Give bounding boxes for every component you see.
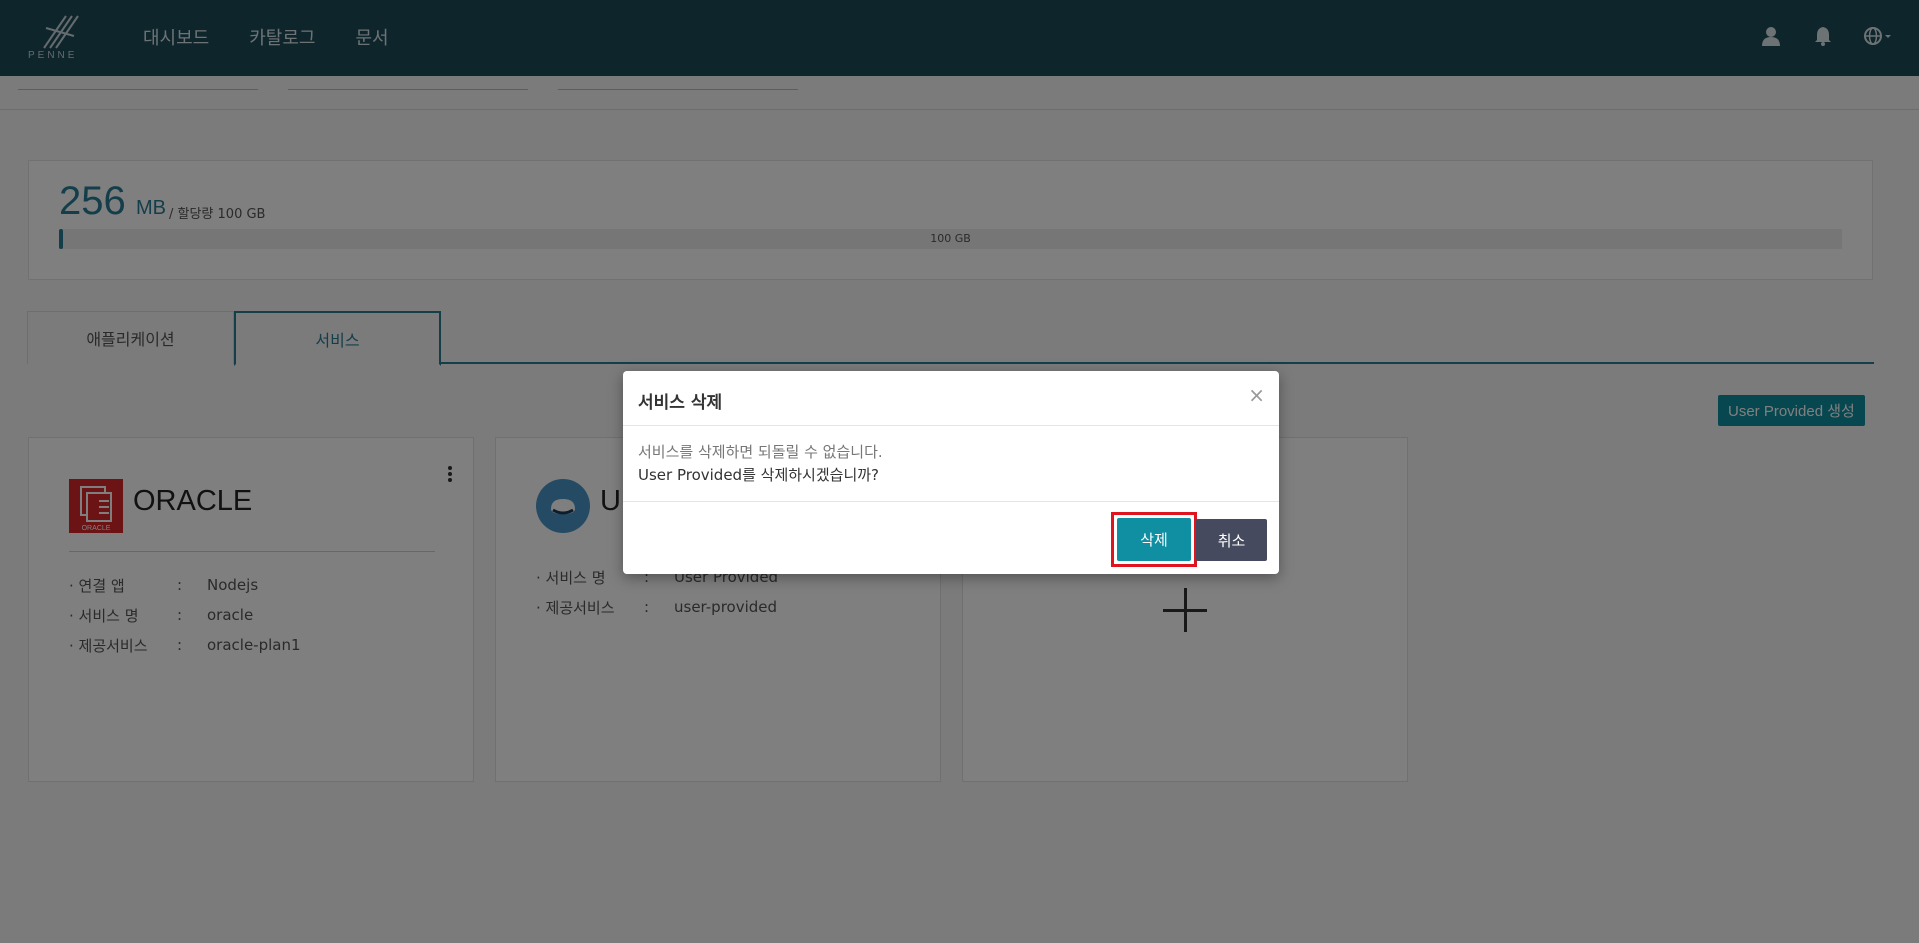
delete-service-dialog: 서비스 삭제 × 서비스를 삭제하면 되돌릴 수 없습니다. User Prov… — [623, 371, 1279, 574]
dialog-message-line1: 서비스를 삭제하면 되돌릴 수 없습니다. — [638, 443, 883, 461]
close-icon[interactable]: × — [1248, 383, 1265, 407]
delete-button-highlight: 삭제 — [1111, 512, 1197, 567]
dialog-body: 서비스를 삭제하면 되돌릴 수 없습니다. User Provided를 삭제하… — [638, 441, 883, 487]
dialog-message-line2: User Provided를 삭제하시겠습니까? — [638, 466, 880, 484]
dialog-header: 서비스 삭제 × — [623, 371, 1279, 426]
delete-button[interactable]: 삭제 — [1117, 518, 1191, 561]
dialog-footer: 삭제 취소 — [623, 501, 1279, 574]
dialog-title: 서비스 삭제 — [638, 393, 723, 413]
cancel-button[interactable]: 취소 — [1196, 519, 1267, 561]
